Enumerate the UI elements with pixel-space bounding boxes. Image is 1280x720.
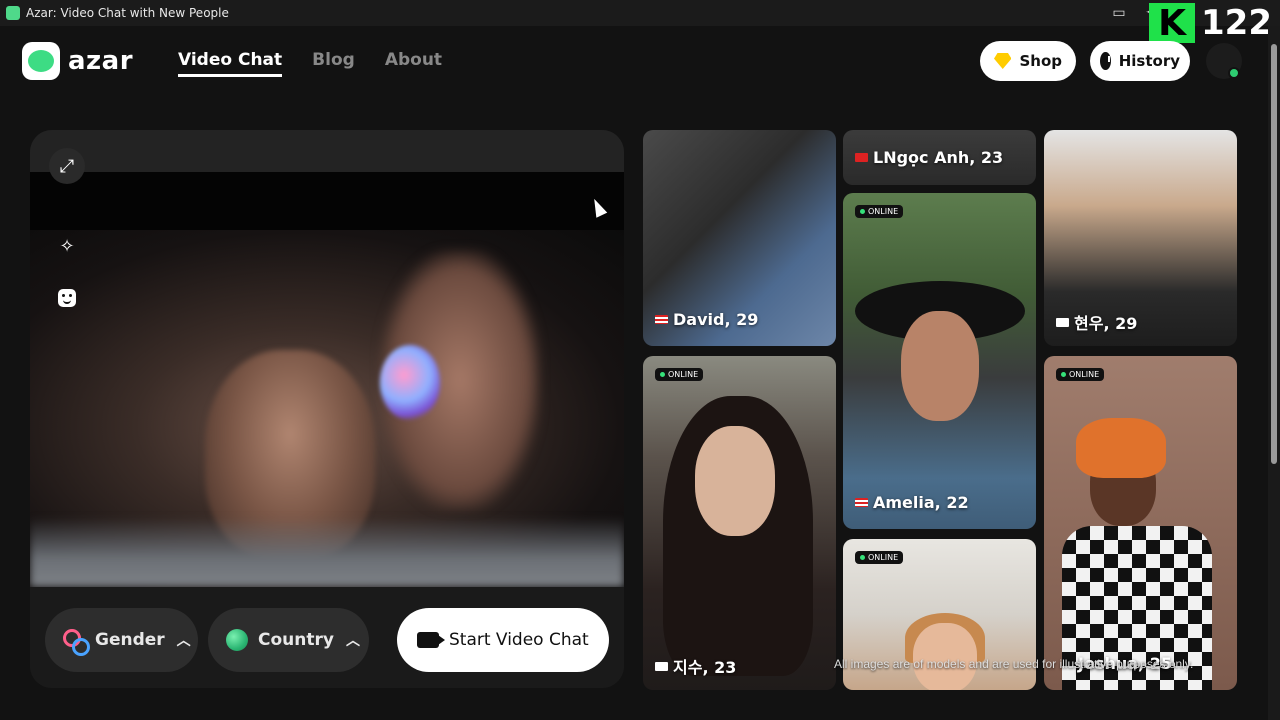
kr-flag-icon	[1056, 317, 1069, 327]
self-camera-preview	[30, 230, 624, 587]
effects-button[interactable]: ✧	[49, 228, 85, 264]
k-logo-icon: K	[1149, 3, 1196, 44]
stickers-button[interactable]	[49, 280, 85, 316]
video-panel-top-bar	[30, 130, 624, 172]
video-panel-black-strip	[30, 172, 624, 230]
window-title: Azar: Video Chat with New People	[26, 6, 229, 20]
profile-name: 지수, 23	[655, 654, 736, 678]
azar-logo-icon	[22, 42, 60, 80]
side-toolbar: ⤢ ✧	[46, 148, 88, 316]
gender-icon	[63, 629, 90, 656]
overlay-badge-number: 122	[1201, 3, 1272, 43]
start-video-chat-label: Start Video Chat	[449, 630, 589, 650]
expand-button[interactable]: ⤢	[49, 148, 85, 184]
page-scrollbar[interactable]	[1268, 26, 1280, 720]
clock-icon	[1100, 52, 1111, 70]
profile-card[interactable]: David, 29	[643, 130, 836, 346]
us-flag-icon	[855, 498, 868, 507]
online-badge: ONLINE	[855, 205, 904, 218]
online-badge: ONLINE	[1056, 368, 1105, 381]
profile-card[interactable]: ONLINE Joshua, 25	[1044, 356, 1237, 690]
profile-name: David, 29	[655, 310, 758, 329]
camera-indicator-icon[interactable]: ▭	[1110, 4, 1128, 22]
disclaimer-text: All images are of models and are used fo…	[834, 657, 1194, 671]
smile-icon	[58, 289, 76, 307]
start-video-chat-button[interactable]: Start Video Chat	[397, 608, 609, 672]
profile-name: 현우, 29	[1056, 310, 1137, 334]
profile-name: Amelia, 22	[855, 493, 969, 512]
profile-grid: David, 29 LNgọc Anh, 23 현우, 29 ONLINE Am…	[643, 130, 1237, 690]
magic-wand-icon: ✧	[59, 235, 75, 257]
user-avatar[interactable]	[1206, 43, 1242, 79]
azar-logo[interactable]: azar	[22, 42, 133, 80]
overlay-badge: K 122	[1149, 3, 1272, 44]
kr-flag-icon	[655, 661, 668, 671]
profile-card[interactable]: 현우, 29	[1044, 130, 1237, 346]
expand-icon: ⤢	[59, 155, 75, 177]
nav-blog[interactable]: Blog	[312, 50, 355, 77]
profile-card[interactable]: ONLINE 지수, 23	[643, 356, 836, 690]
chevron-up-icon: ︿	[345, 633, 360, 649]
shop-label: Shop	[1019, 52, 1062, 70]
vn-flag-icon	[855, 153, 868, 162]
chevron-up-icon: ︿	[176, 633, 191, 649]
window-titlebar: Azar: Video Chat with New People ▭ ✦	[0, 0, 1280, 26]
azar-favicon-icon	[6, 6, 20, 20]
history-label: History	[1118, 52, 1180, 70]
profile-card[interactable]: ONLINE Amelia, 22	[843, 193, 1036, 529]
profile-name: LNgọc Anh, 23	[855, 148, 1003, 167]
gem-icon	[994, 53, 1012, 69]
profile-card[interactable]: LNgọc Anh, 23	[843, 130, 1036, 185]
country-filter-button[interactable]: Country ︿	[208, 608, 369, 672]
online-badge: ONLINE	[655, 368, 704, 381]
country-label: Country	[258, 630, 334, 650]
video-chat-panel: ⤢ ✧ Gender ︿ Country ︿ Start Video Chat	[30, 130, 624, 688]
us-flag-icon	[655, 315, 668, 324]
nav-about[interactable]: About	[385, 50, 442, 77]
scrollbar-thumb[interactable]	[1271, 44, 1277, 464]
gender-label: Gender	[95, 630, 165, 650]
online-badge: ONLINE	[855, 551, 904, 564]
logo-text: azar	[68, 46, 134, 76]
online-status-dot	[1228, 67, 1240, 79]
nav-video-chat[interactable]: Video Chat	[178, 50, 283, 77]
main-nav: Video Chat Blog About	[178, 50, 442, 77]
video-camera-icon	[417, 632, 445, 648]
history-button[interactable]: History	[1090, 41, 1190, 81]
gender-filter-button[interactable]: Gender ︿	[45, 608, 198, 672]
shop-button[interactable]: Shop	[980, 41, 1076, 81]
globe-icon	[226, 629, 248, 651]
